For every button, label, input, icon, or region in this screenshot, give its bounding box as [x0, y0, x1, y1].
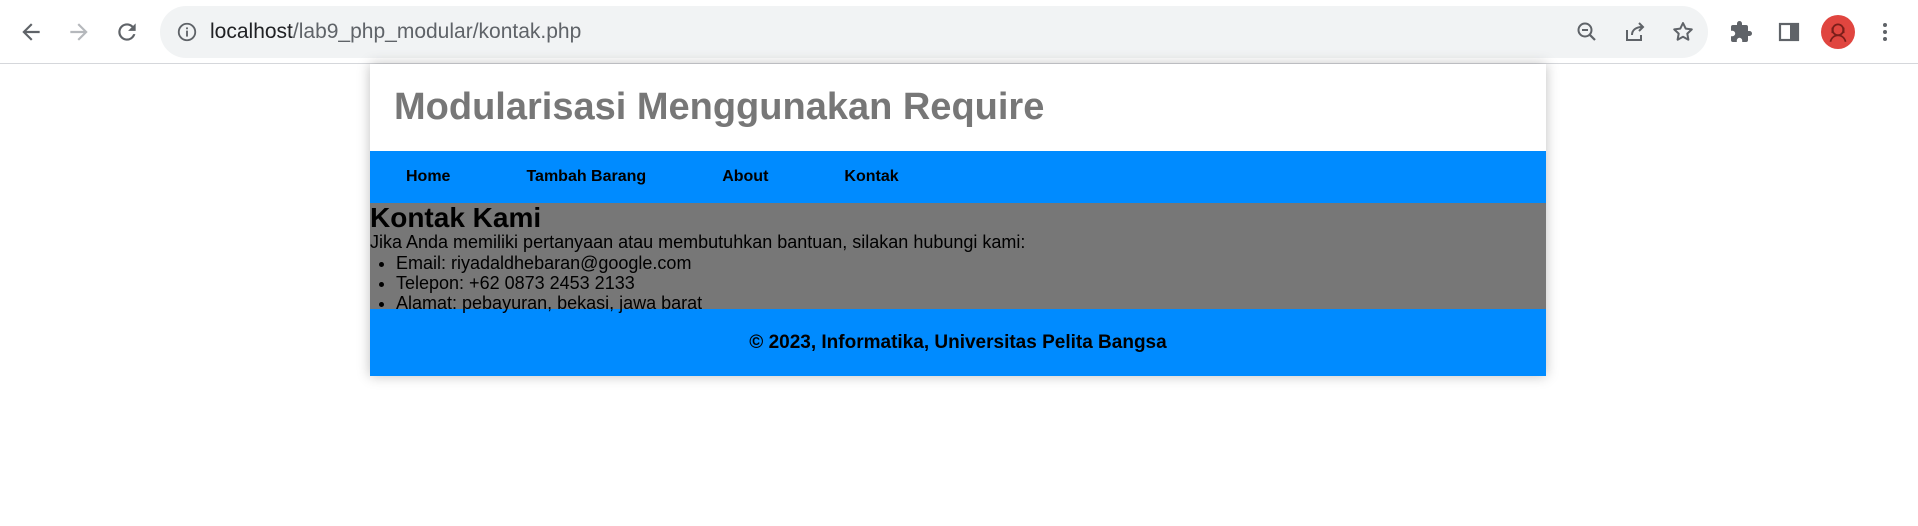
puzzle-icon — [1731, 21, 1752, 42]
share-button[interactable] — [1620, 17, 1650, 47]
zoom-out-icon — [1577, 22, 1596, 41]
share-icon — [1626, 22, 1645, 41]
chrome-menu-button[interactable] — [1868, 15, 1902, 49]
url-text: localhost/lab9_php_modular/kontak.php — [210, 20, 581, 44]
extensions-button[interactable] — [1724, 15, 1758, 49]
avatar-icon — [1829, 23, 1847, 43]
site-footer: © 2023, Informatika, Universitas Pelita … — [370, 309, 1546, 376]
profile-avatar[interactable] — [1821, 15, 1855, 49]
footer-text: © 2023, Informatika, Universitas Pelita … — [749, 331, 1167, 353]
nav-link-tambah-barang[interactable]: Tambah Barang — [502, 151, 670, 203]
site-title: Modularisasi Menggunakan Require — [394, 86, 1045, 128]
kebab-menu-icon — [1883, 23, 1887, 41]
forward-button[interactable] — [59, 12, 99, 52]
address-bar[interactable]: localhost/lab9_php_modular/kontak.php — [160, 6, 1708, 58]
contact-email: Email: riyadaldhebaran@google.com — [396, 253, 1546, 273]
arrow-right-icon — [70, 23, 88, 41]
side-panel-icon — [1778, 22, 1800, 42]
nav-link-kontak[interactable]: Kontak — [820, 151, 922, 203]
star-icon — [1673, 22, 1693, 41]
reload-icon — [118, 23, 136, 41]
url-path: /lab9_php_modular/kontak.php — [292, 20, 582, 43]
site-header: Modularisasi Menggunakan Require — [370, 64, 1546, 151]
zoom-button[interactable] — [1572, 17, 1602, 47]
side-panel-button[interactable] — [1772, 15, 1806, 49]
page-container: Modularisasi Menggunakan Require Home Ta… — [370, 64, 1546, 376]
info-icon[interactable] — [174, 19, 200, 45]
back-button[interactable] — [11, 12, 51, 52]
browser-toolbar: localhost/lab9_php_modular/kontak.php — [0, 0, 1918, 64]
contact-phone: Telepon: +62 0873 2453 2133 — [396, 273, 1546, 293]
nav-link-about[interactable]: About — [698, 151, 792, 203]
nav-link-home[interactable]: Home — [382, 151, 474, 203]
reload-button[interactable] — [107, 12, 147, 52]
bookmark-button[interactable] — [1668, 17, 1698, 47]
contact-list: Email: riyadaldhebaran@google.com Telepo… — [370, 253, 1546, 313]
content-intro: Jika Anda memiliki pertanyaan atau membu… — [370, 232, 1026, 252]
content-heading: Kontak Kami — [370, 202, 542, 233]
url-host: localhost — [210, 20, 293, 43]
content-section: Kontak Kami Jika Anda memiliki pertanyaa… — [370, 202, 1546, 313]
arrow-left-icon — [22, 23, 40, 41]
main-nav: Home Tambah Barang About Kontak — [370, 151, 1546, 203]
